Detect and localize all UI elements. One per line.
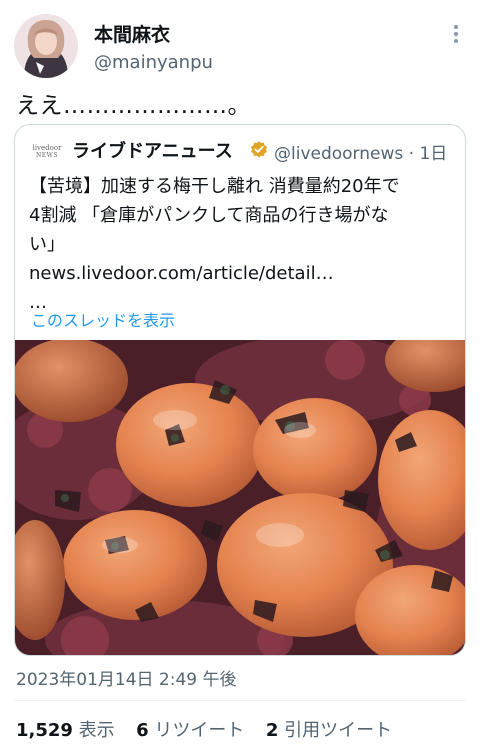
article-link[interactable]: news.livedoor.com/article/detail… (29, 259, 459, 288)
logo-line-1: livedoor (32, 143, 62, 152)
tweet-text: ええ…………………。 (16, 93, 251, 119)
quotes-count[interactable]: 2 (266, 720, 279, 741)
author-display-name[interactable]: 本間麻衣 (94, 20, 170, 47)
tweet-header: 本間麻衣 @mainyanpu (0, 0, 480, 80)
author-handle[interactable]: @mainyanpu (94, 52, 213, 73)
tweet-detail: 本間麻衣 @mainyanpu ええ…………………。 livedoor NEWS… (0, 0, 480, 751)
avatar-image (14, 14, 78, 78)
quoted-author-name[interactable]: ライブドアニュース (72, 137, 233, 163)
avatar[interactable] (14, 14, 78, 78)
views-count: 1,529 (16, 720, 73, 741)
quoted-handle-time[interactable]: @livedoornews · 1日 (274, 139, 447, 164)
retweets-label[interactable]: リツイート (154, 720, 244, 741)
tweet-timestamp[interactable]: 2023年01月14日 2:49 午後 (16, 665, 237, 690)
quotes-label[interactable]: 引用ツイート (284, 720, 392, 741)
divider (14, 700, 466, 701)
quoted-tweet-text: 【苦境】加速する梅干し離れ 消費量約20年で 4割減 「倉庫がパンクして商品の行… (29, 172, 459, 317)
livedoor-news-logo: livedoor NEWS (31, 139, 63, 163)
umeboshi-photo[interactable] (15, 340, 466, 656)
more-options-icon[interactable] (446, 22, 466, 46)
tweet-stats: 1,529 表示 6 リツイート 2 引用ツイート (16, 716, 392, 742)
quoted-line-1: 【苦境】加速する梅干し離れ 消費量約20年で (29, 176, 400, 197)
quoted-line-3: い」 (29, 234, 65, 255)
logo-line-2: NEWS (36, 151, 58, 159)
show-thread-link[interactable]: このスレッドを表示 (31, 307, 175, 331)
retweets-count[interactable]: 6 (136, 720, 149, 741)
views-label: 表示 (78, 720, 115, 741)
quoted-tweet-card[interactable]: livedoor NEWS ライブドアニュース @livedoornews · … (14, 124, 466, 656)
quoted-line-2: 4割減 「倉庫がパンクして商品の行き場がな (29, 205, 389, 226)
verified-badge-icon (251, 141, 267, 158)
